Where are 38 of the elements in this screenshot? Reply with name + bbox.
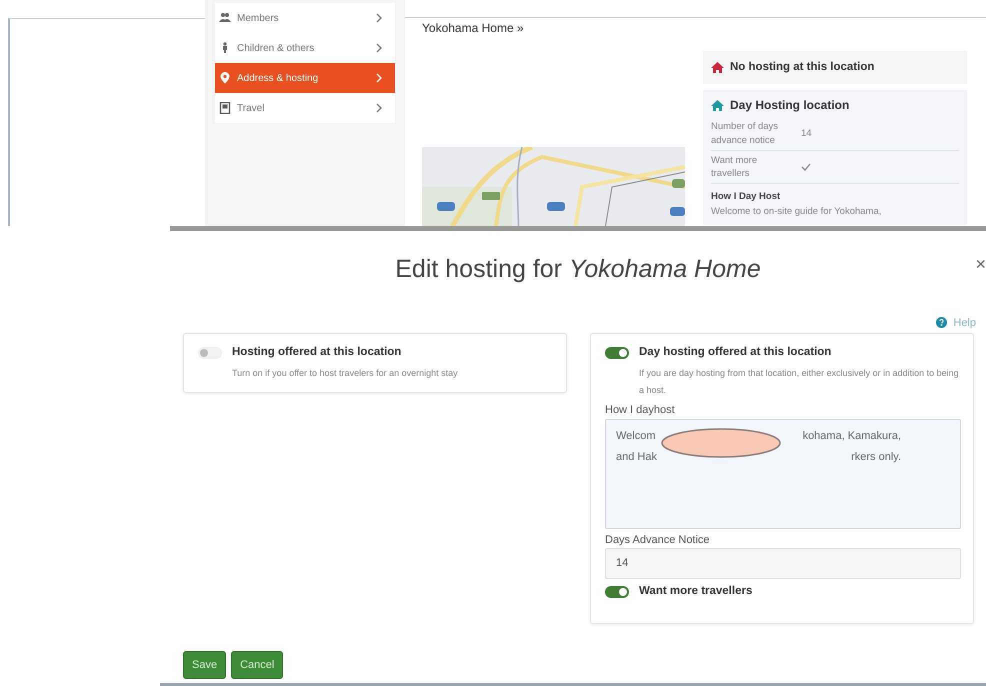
- text-area[interactable]: Welcom kohama, Kamakura, and Hak rkers only.: [605, 418, 961, 529]
- switch-label: Want more travellers: [639, 584, 752, 600]
- row-label: Number of days advance notice: [711, 120, 780, 147]
- description-text: Welcome to on-site guide for Yokohama,: [711, 204, 882, 219]
- cancel-button[interactable]: Cancel: [231, 650, 284, 679]
- sidebar-item[interactable]: Children & others: [215, 33, 395, 63]
- description-text: If you are day hosting from that location, either exclusively or in addition to being a host.: [639, 367, 960, 398]
- toggle-switch[interactable]: [605, 346, 629, 359]
- field-label: How I dayhost: [605, 403, 676, 418]
- house-icon: [711, 62, 724, 74]
- no-hosting-label: No hosting at this location: [730, 60, 874, 75]
- chevron-right-icon: [376, 103, 383, 113]
- people-icon: [219, 12, 231, 24]
- dialog-title: Edit hosting for Yokohama Home: [394, 254, 762, 285]
- chevron-right-icon: [376, 43, 383, 53]
- close-button[interactable]: ×: [975, 255, 986, 273]
- chevron-right-icon: [376, 73, 383, 83]
- switch-label: Hosting offered at this location: [232, 345, 402, 360]
- location-title: Yokohama Home »: [422, 20, 525, 37]
- section-heading: How I Day Host: [711, 190, 782, 204]
- switch-label: Day hosting offered at this location: [639, 345, 832, 360]
- house-icon: [711, 100, 724, 111]
- chevron-right-icon: [376, 13, 383, 23]
- sidebar-item[interactable]: Travel: [215, 93, 395, 123]
- row-value: 14: [801, 126, 812, 140]
- sidebar-item[interactable]: Address & hosting: [215, 63, 395, 93]
- book-icon: [219, 102, 231, 114]
- toggle-switch[interactable]: [198, 346, 222, 359]
- field-label: Days Advance Notice: [605, 532, 711, 548]
- sidebar-item[interactable]: Members: [215, 3, 395, 33]
- map-pin-icon: [219, 72, 231, 84]
- day-hosting-label: Day Hosting location: [730, 97, 850, 114]
- days-input[interactable]: 14: [605, 548, 961, 580]
- toggle-switch[interactable]: [605, 586, 629, 598]
- row-label: Want more travellers: [711, 154, 758, 180]
- save-button[interactable]: Save: [183, 650, 226, 679]
- description-text: Turn on if you offer to host travelers for an overnight stay: [232, 367, 459, 380]
- help-icon: [936, 317, 948, 328]
